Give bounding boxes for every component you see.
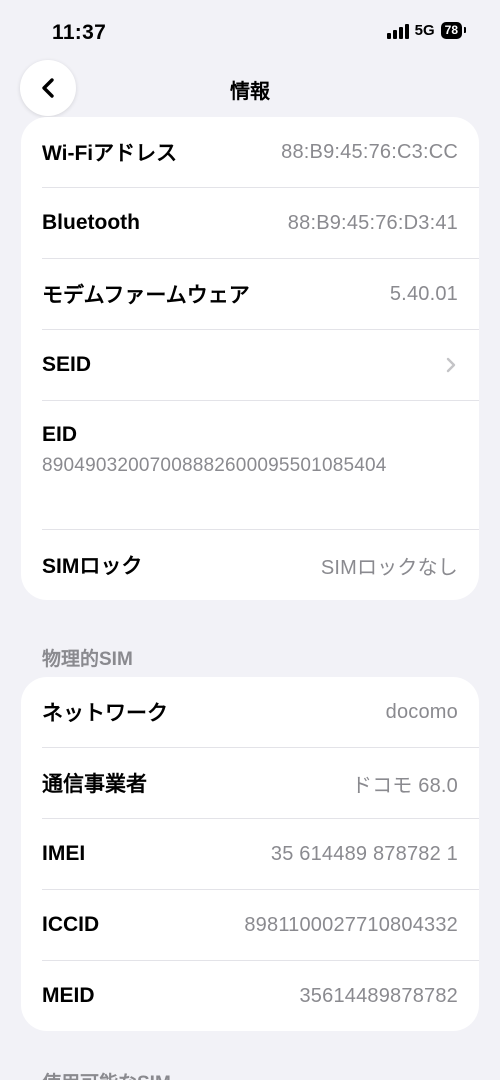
row-value: 35614489878782 [299,984,458,1007]
row-value: 88:B9:45:76:C3:CC [281,140,458,163]
row-sim-lock: SIMロック SIMロックなし [42,529,479,600]
row-eid: EID 89049032007008882600095501085404 [42,400,479,529]
section-header-physical-sim: 物理的SIM [42,649,133,670]
row-label: SIMロック [42,555,143,578]
row-value: 89049032007008882600095501085404 [42,455,387,476]
row-label: モデムファームウェア [42,284,250,307]
row-iccid: ICCID 8981100027710804332 [42,889,479,960]
cellular-signal-icon [386,23,409,39]
row-value: ドコモ 68.0 [351,774,458,797]
row-value: docomo [385,700,458,723]
row-network: ネットワーク docomo [42,677,479,747]
row-seid[interactable]: SEID [42,329,479,400]
network-type: 5G [414,22,435,39]
row-label: EID [42,423,78,446]
screen: 11:37 5G 78 情報 Wi-Fiアドレス 88:B9:45:76:C3:… [0,0,500,1080]
row-value: SIMロックなし [320,556,458,579]
status-indicators: 5G 78 [386,22,467,39]
row-meid: MEID 35614489878782 [42,960,479,1031]
physical-sim-card: ネットワーク docomo 通信事業者 ドコモ 68.0 IMEI 35 614… [21,677,479,1031]
chevron-right-icon [444,356,458,374]
row-modem-firmware: モデムファームウェア 5.40.01 [42,258,479,329]
row-label: IMEI [42,842,86,865]
row-imei: IMEI 35 614489 878782 1 [42,818,479,889]
row-label: ネットワーク [42,702,168,725]
row-bluetooth: Bluetooth 88:B9:45:76:D3:41 [42,187,479,258]
row-label: Bluetooth [42,211,140,234]
row-value: 88:B9:45:76:D3:41 [287,211,458,234]
page-title: 情報 [230,81,270,103]
section-header-available-sim: 使用可能なSIM [42,1068,171,1080]
row-label: MEID [42,984,95,1007]
row-label: 通信事業者 [42,773,147,796]
status-time: 11:37 [52,21,107,44]
row-label: SEID [42,353,92,376]
row-value: 5.40.01 [389,282,458,305]
navigation-bar: 情報 [0,56,500,120]
status-bar: 11:37 5G 78 [0,0,500,56]
row-value: 8981100027710804332 [244,913,458,936]
row-wifi-address: Wi-Fiアドレス 88:B9:45:76:C3:CC [42,117,479,187]
row-label: ICCID [42,913,100,936]
battery-level: 78 [444,23,458,37]
row-value: 35 614489 878782 1 [270,842,458,865]
battery-icon: 78 [440,22,467,39]
device-info-card: Wi-Fiアドレス 88:B9:45:76:C3:CC Bluetooth 88… [21,117,479,600]
row-label: Wi-Fiアドレス [42,142,178,165]
row-carrier: 通信事業者 ドコモ 68.0 [42,747,479,818]
